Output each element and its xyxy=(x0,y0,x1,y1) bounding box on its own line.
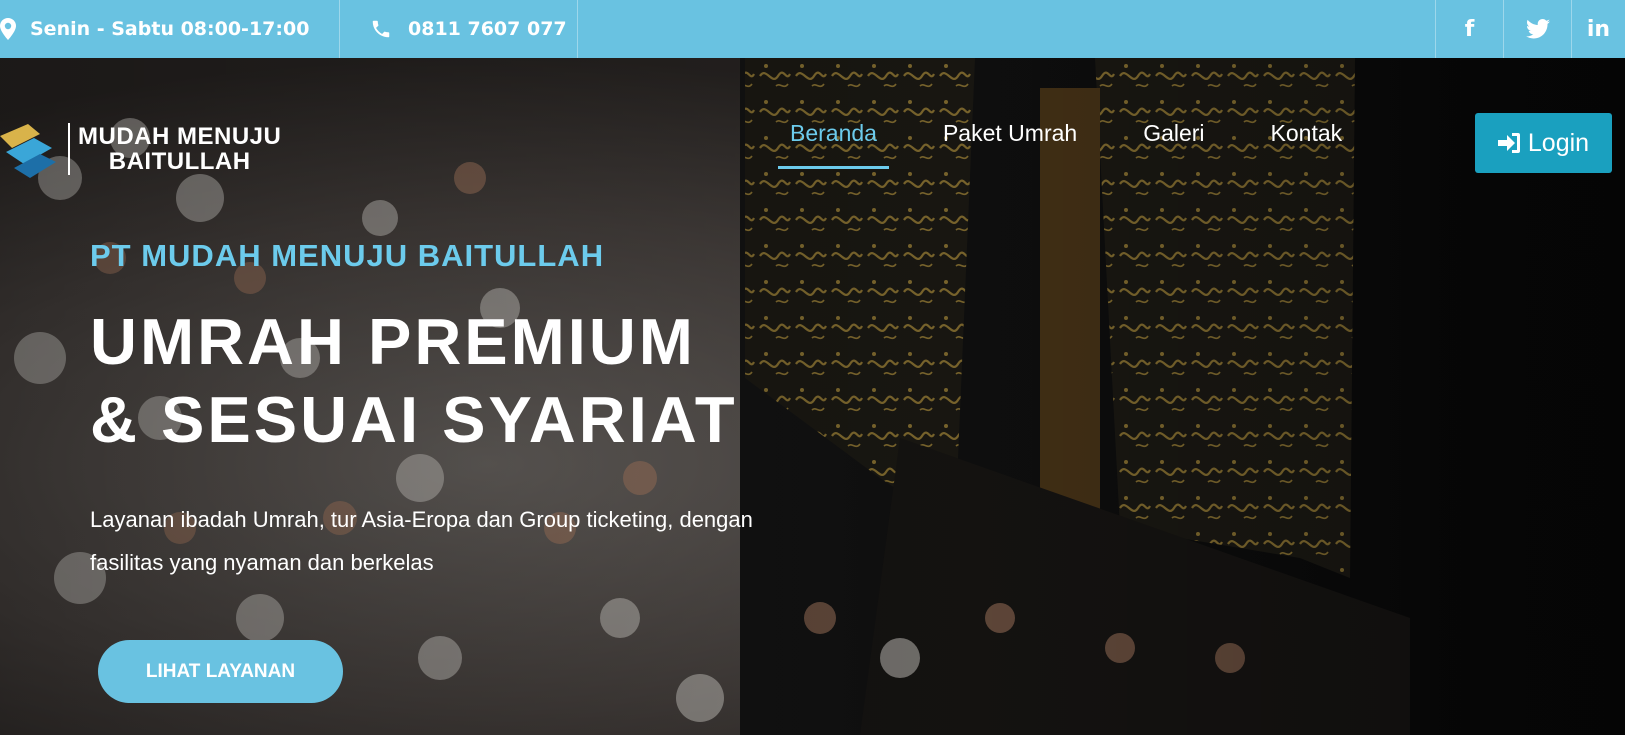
sign-in-icon xyxy=(1497,133,1520,153)
nav-kontak[interactable]: Kontak xyxy=(1271,120,1343,147)
hero-headline-line1: UMRAH PREMIUM xyxy=(90,305,696,378)
twitter-link[interactable] xyxy=(1503,0,1571,58)
phone-icon xyxy=(372,20,390,38)
linkedin-link[interactable]: in xyxy=(1571,0,1625,58)
hero-headline-line2: & SESUAI SYARIAT xyxy=(90,383,738,456)
map-pin-icon xyxy=(0,18,16,40)
hero-description: Layanan ibadah Umrah, tur Asia-Eropa dan… xyxy=(90,498,890,584)
logo-text-line2: BAITULLAH xyxy=(108,148,251,175)
logo-text: MUDAH MENUJU BAITULLAH xyxy=(78,124,281,174)
nav-beranda[interactable]: Beranda xyxy=(778,120,889,169)
facebook-link[interactable]: f xyxy=(1435,0,1503,58)
top-bar: Senin - Sabtu 08:00-17:00 0811 7607 077 … xyxy=(0,0,1625,58)
hero-kicker: PT MUDAH MENUJU BAITULLAH xyxy=(90,238,605,273)
twitter-icon xyxy=(1525,19,1550,39)
hero-headline: UMRAH PREMIUM & SESUAI SYARIAT xyxy=(90,303,738,459)
lihat-layanan-button[interactable]: LIHAT LAYANAN xyxy=(98,640,343,703)
logo-mark-icon xyxy=(0,124,56,178)
linkedin-icon: in xyxy=(1586,16,1611,42)
main-navigation: Beranda Paket Umrah Galeri Kontak xyxy=(778,120,1408,169)
phone-number: 0811 7607 077 xyxy=(408,18,567,40)
hero-section: MUDAH MENUJU BAITULLAH Beranda Paket Umr… xyxy=(0,58,1625,735)
nav-paket-umrah[interactable]: Paket Umrah xyxy=(943,120,1077,147)
nav-galeri[interactable]: Galeri xyxy=(1143,120,1204,147)
hero-description-line1: Layanan ibadah Umrah, tur Asia-Eropa dan… xyxy=(90,507,753,532)
hero-description-line2: fasilitas yang nyaman dan berkelas xyxy=(90,550,434,575)
phone-contact[interactable]: 0811 7607 077 xyxy=(340,0,578,58)
site-logo[interactable]: MUDAH MENUJU BAITULLAH xyxy=(0,118,281,180)
login-button[interactable]: Login xyxy=(1475,113,1612,173)
opening-hours: Senin - Sabtu 08:00-17:00 xyxy=(0,0,340,58)
social-links: f in xyxy=(1435,0,1625,58)
logo-text-line1: MUDAH MENUJU xyxy=(78,123,282,150)
facebook-icon: f xyxy=(1464,16,1475,42)
opening-hours-text: Senin - Sabtu 08:00-17:00 xyxy=(30,18,310,40)
login-label: Login xyxy=(1527,128,1590,157)
logo-divider xyxy=(68,123,70,175)
